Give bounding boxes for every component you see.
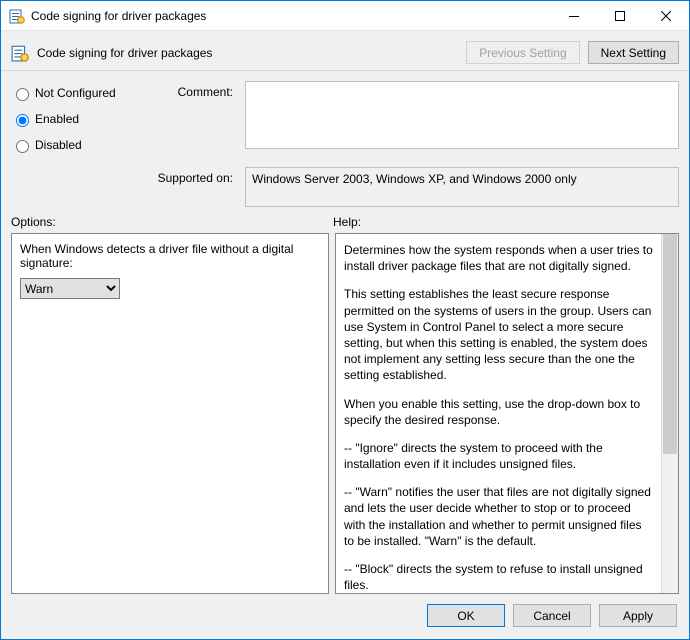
supported-value: Windows Server 2003, Windows XP, and Win…	[245, 167, 679, 207]
policy-header-icon	[11, 44, 29, 62]
help-paragraph: -- "Ignore" directs the system to procee…	[344, 440, 653, 472]
state-radio-group: Not Configured Enabled Disabled	[11, 81, 141, 163]
radio-not-configured-label: Not Configured	[35, 86, 116, 100]
help-paragraph: -- "Block" directs the system to refuse …	[344, 561, 653, 593]
top-block: Not Configured Enabled Disabled Comment:	[1, 71, 689, 167]
close-button[interactable]	[643, 1, 689, 30]
previous-setting-button: Previous Setting	[466, 41, 579, 64]
radio-not-configured-input[interactable]	[16, 88, 29, 101]
ok-button[interactable]: OK	[427, 604, 505, 627]
body-area: Not Configured Enabled Disabled Comment:…	[1, 71, 689, 639]
options-section-label: Options:	[11, 215, 333, 229]
signature-behavior-dropdown[interactable]: Ignore Warn Block	[20, 278, 120, 299]
next-setting-button[interactable]: Next Setting	[588, 41, 679, 64]
supported-label: Supported on:	[149, 167, 237, 207]
cancel-button[interactable]: Cancel	[513, 604, 591, 627]
help-paragraph: -- "Warn" notifies the user that files a…	[344, 484, 653, 549]
footer-buttons: OK Cancel Apply	[1, 594, 689, 639]
help-panel: Determines how the system responds when …	[335, 233, 679, 594]
help-text: Determines how the system responds when …	[336, 234, 661, 593]
supported-text: Windows Server 2003, Windows XP, and Win…	[252, 172, 577, 186]
panels-row: When Windows detects a driver file witho…	[1, 233, 689, 594]
minimize-button[interactable]	[551, 1, 597, 30]
radio-enabled[interactable]: Enabled	[11, 111, 141, 127]
options-panel: When Windows detects a driver file witho…	[11, 233, 329, 594]
maximize-button[interactable]	[597, 1, 643, 30]
titlebar: Code signing for driver packages	[1, 1, 689, 31]
scrollbar-thumb[interactable]	[663, 234, 677, 454]
comment-input[interactable]	[245, 81, 679, 149]
comment-label: Comment:	[149, 81, 237, 163]
options-prompt: When Windows detects a driver file witho…	[20, 242, 320, 270]
window-title: Code signing for driver packages	[31, 9, 206, 23]
radio-disabled-label: Disabled	[35, 138, 82, 152]
dialog-window: Code signing for driver packages Cod	[0, 0, 690, 640]
help-section-label: Help:	[333, 215, 679, 229]
radio-enabled-label: Enabled	[35, 112, 79, 126]
radio-disabled[interactable]: Disabled	[11, 137, 141, 153]
apply-button[interactable]: Apply	[599, 604, 677, 627]
close-icon	[661, 11, 671, 21]
policy-icon	[9, 8, 25, 24]
radio-disabled-input[interactable]	[16, 140, 29, 153]
help-paragraph: When you enable this setting, use the dr…	[344, 396, 653, 428]
help-scrollbar[interactable]	[661, 234, 678, 593]
header-title: Code signing for driver packages	[37, 46, 466, 60]
radio-enabled-input[interactable]	[16, 114, 29, 127]
radio-not-configured[interactable]: Not Configured	[11, 85, 141, 101]
header-row: Code signing for driver packages Previou…	[1, 31, 689, 71]
section-labels: Options: Help:	[1, 215, 689, 233]
maximize-icon	[615, 11, 625, 21]
supported-row: Supported on: Windows Server 2003, Windo…	[1, 167, 689, 215]
minimize-icon	[569, 11, 579, 21]
help-paragraph: Determines how the system responds when …	[344, 242, 653, 274]
help-paragraph: This setting establishes the least secur…	[344, 286, 653, 383]
